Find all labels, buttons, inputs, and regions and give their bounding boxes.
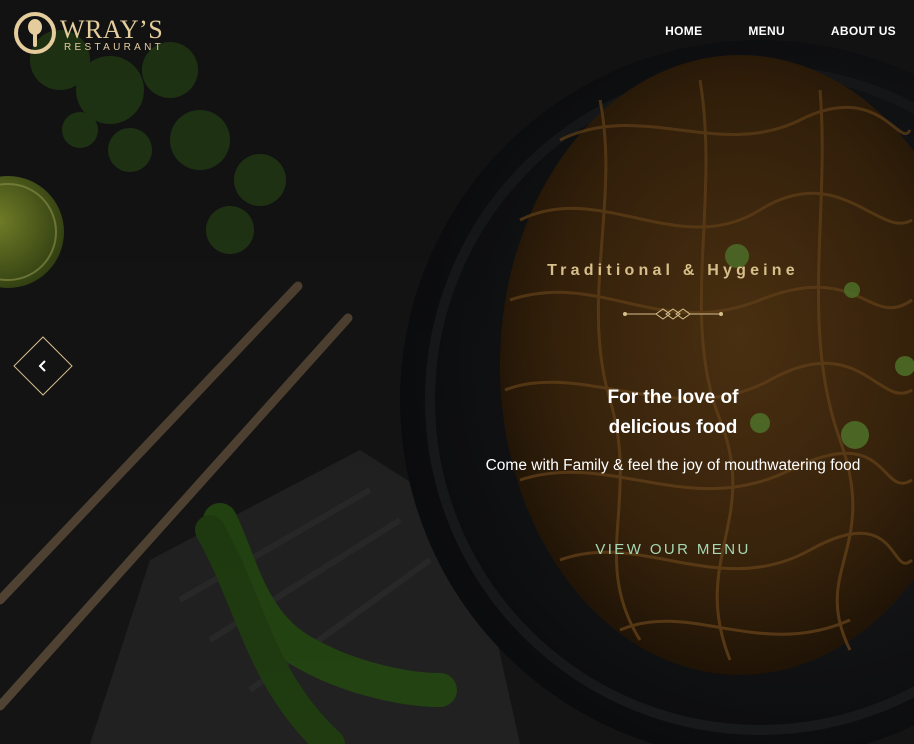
hero-tagline: Traditional & Hygeine: [547, 262, 799, 279]
hero-subtext: Come with Family & feel the joy of mouth…: [485, 457, 861, 474]
brand-logo[interactable]: WRAY’S RESTAURANT: [14, 12, 184, 56]
view-menu-button[interactable]: VIEW OUR MENU: [436, 541, 910, 558]
hero-caption: Traditional & Hygeine For the love of de…: [436, 0, 910, 744]
ornament-divider: [623, 308, 723, 320]
brand-name: WRAY’S: [60, 15, 164, 44]
plate-spoon-icon: [14, 12, 56, 54]
hero-headline-line-2: delicious food: [608, 417, 738, 438]
chevron-left-icon: [38, 360, 46, 372]
hero-slide: WRAY’S RESTAURANT HOME MENU ABOUT US Tra…: [0, 0, 914, 744]
hero-headline: For the love of delicious food: [436, 383, 910, 443]
brand-subtitle: RESTAURANT: [64, 42, 165, 53]
hero-headline-line-1: For the love of: [607, 387, 739, 408]
